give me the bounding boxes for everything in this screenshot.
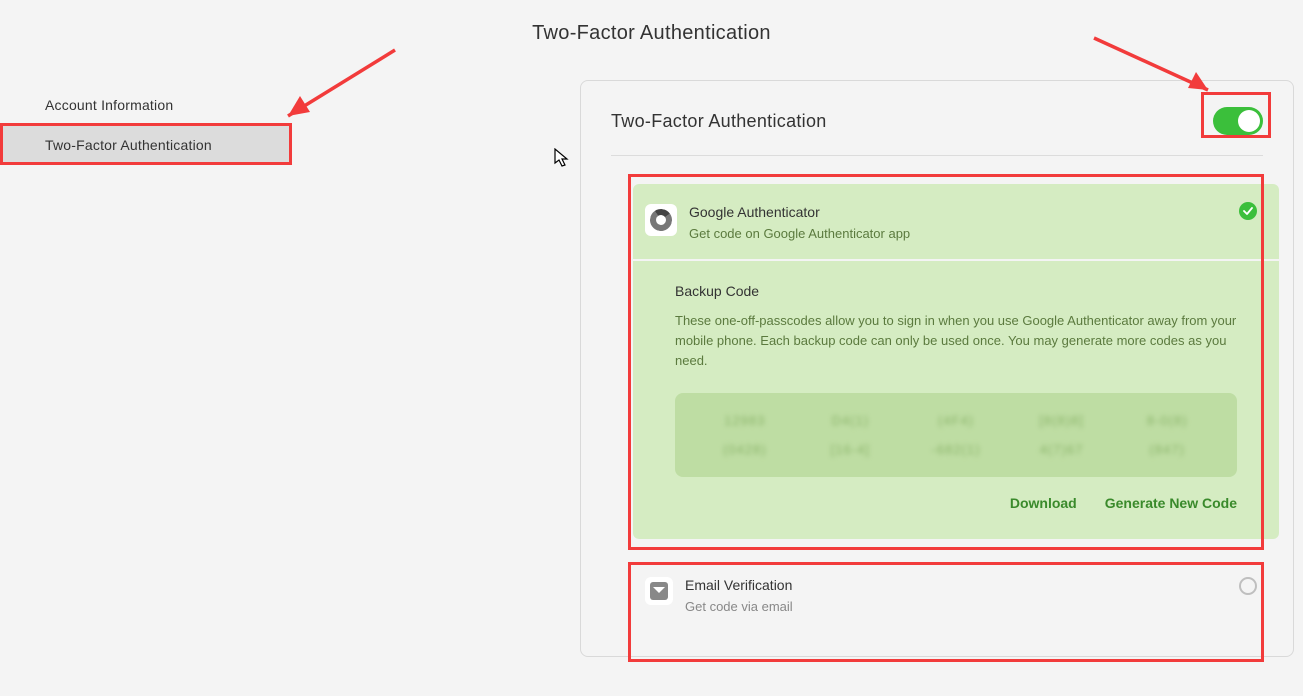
backup-code: (4F4)	[910, 413, 1002, 428]
cursor-icon	[554, 148, 570, 168]
method-subtitle: Get code via email	[685, 599, 793, 614]
page-title: Two-Factor Authentication	[0, 22, 1303, 45]
sidebar-item-label: Two-Factor Authentication	[45, 137, 212, 153]
backup-title: Backup Code	[675, 283, 1237, 299]
backup-code: -682(1)	[910, 442, 1002, 457]
method-email-verification[interactable]: Email Verification Get code via email	[633, 557, 1279, 632]
backup-code: D4(1)	[805, 413, 897, 428]
email-icon	[645, 577, 673, 605]
backup-code: 8-0(8)	[1121, 413, 1213, 428]
backup-code: (847)	[1121, 442, 1213, 457]
two-factor-toggle[interactable]	[1213, 107, 1263, 135]
sidebar-item-two-factor[interactable]: Two-Factor Authentication	[0, 125, 292, 165]
backup-code-section: Backup Code These one-off-passcodes allo…	[633, 261, 1279, 539]
sidebar-item-label: Account Information	[45, 97, 173, 113]
backup-code: (0428)	[699, 442, 791, 457]
card-header: Two-Factor Authentication	[611, 81, 1263, 156]
method-google-authenticator[interactable]: Google Authenticator Get code on Google …	[633, 184, 1279, 539]
method-subtitle: Get code on Google Authenticator app	[689, 226, 910, 241]
method-title: Email Verification	[685, 577, 793, 593]
toggle-knob	[1238, 110, 1260, 132]
backup-code: [8(8)8]	[1016, 413, 1108, 428]
backup-codes-grid: 12983 D4(1) (4F4) [8(8)8] 8-0(8) (0428) …	[675, 393, 1237, 477]
backup-description: These one-off-passcodes allow you to sig…	[675, 311, 1237, 371]
method-title: Google Authenticator	[689, 204, 910, 220]
method-text: Email Verification Get code via email	[685, 577, 793, 614]
card-title: Two-Factor Authentication	[611, 111, 827, 132]
generate-new-code-button[interactable]: Generate New Code	[1105, 495, 1237, 511]
backup-actions: Download Generate New Code	[675, 495, 1237, 511]
download-button[interactable]: Download	[1010, 495, 1077, 511]
method-header: Google Authenticator Get code on Google …	[633, 184, 1279, 261]
settings-sidebar: Account Information Two-Factor Authentic…	[0, 85, 292, 165]
check-icon	[1239, 202, 1257, 220]
sidebar-item-account-info[interactable]: Account Information	[0, 85, 292, 125]
backup-code: 4(7)67	[1016, 442, 1108, 457]
method-text: Google Authenticator Get code on Google …	[689, 204, 910, 241]
backup-code: 12983	[699, 413, 791, 428]
google-authenticator-icon	[645, 204, 677, 236]
backup-code: [16-4]	[805, 442, 897, 457]
radio-unselected-icon[interactable]	[1239, 577, 1257, 595]
two-factor-card: Two-Factor Authentication Google Authent…	[580, 80, 1294, 657]
